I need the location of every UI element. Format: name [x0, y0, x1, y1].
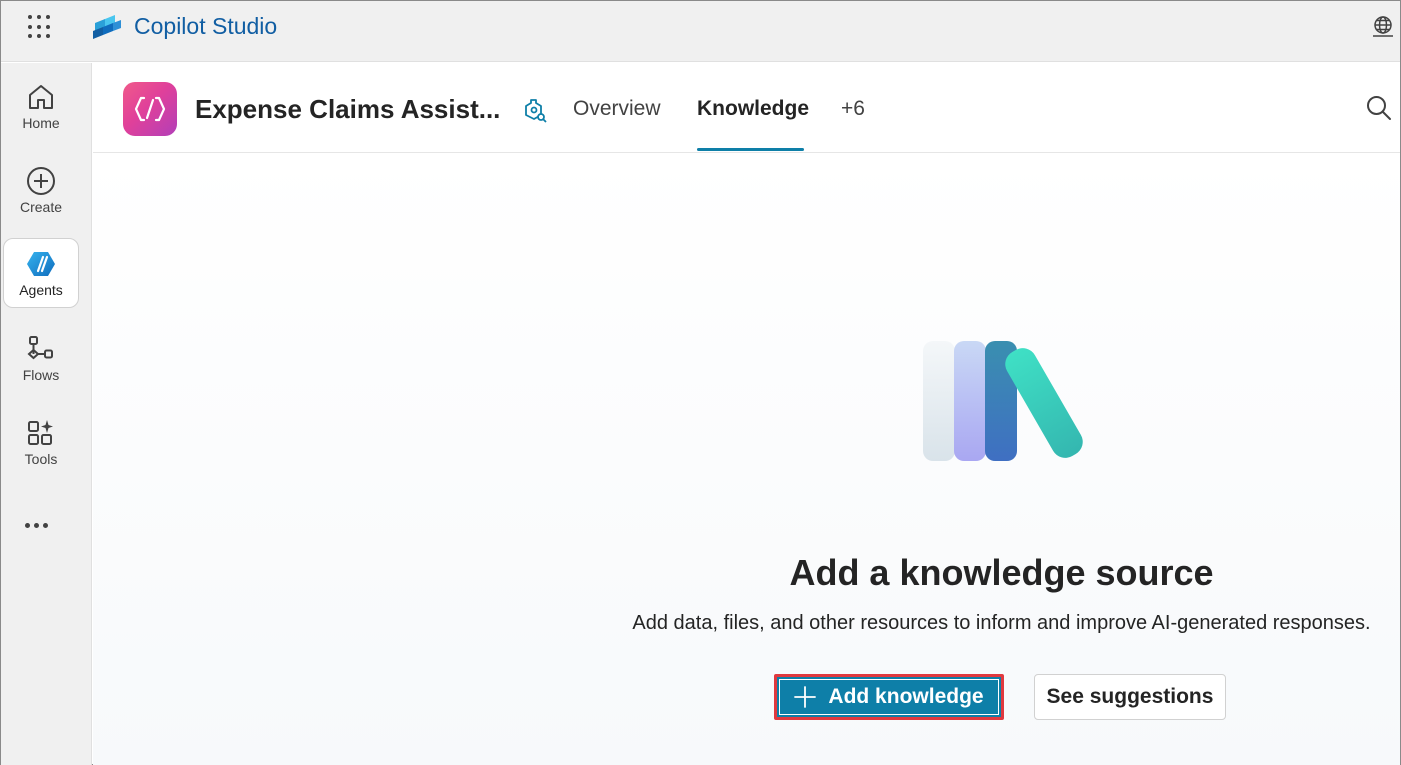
tools-icon [28, 420, 53, 445]
knowledge-books-illustration-icon [923, 341, 1083, 461]
agent-settings-icon[interactable] [521, 97, 547, 123]
add-knowledge-label: Add knowledge [828, 685, 984, 708]
tab-knowledge[interactable]: Knowledge [697, 97, 809, 121]
agent-header: Expense Claims Assist... Overview Knowle… [93, 63, 1400, 153]
left-navigation-rail: Home Create Agents Flows Tools [1, 63, 92, 765]
rail-item-label: Create [19, 199, 63, 215]
empty-state-title: Add a knowledge source [789, 552, 1214, 593]
rail-item-tools[interactable]: Tools [3, 407, 79, 477]
rail-item-agents[interactable]: Agents [3, 238, 79, 308]
flows-icon [27, 336, 53, 360]
plus-icon [794, 686, 817, 708]
active-tab-indicator [697, 148, 804, 151]
tab-more-overflow[interactable]: +6 [841, 97, 865, 121]
agent-avatar [123, 82, 177, 136]
tab-overview[interactable]: Overview [573, 97, 661, 121]
add-knowledge-button[interactable]: Add knowledge [774, 674, 1004, 720]
rail-item-home[interactable]: Home [3, 71, 79, 141]
see-suggestions-label: See suggestions [1046, 685, 1214, 708]
see-suggestions-button[interactable]: See suggestions [1034, 674, 1226, 720]
add-circle-icon [27, 167, 55, 195]
app-launcher-icon[interactable] [26, 13, 54, 41]
agents-icon [27, 252, 55, 276]
code-brackets-icon [134, 96, 166, 122]
rail-item-label: Flows [22, 367, 60, 383]
search-icon[interactable] [1365, 94, 1393, 122]
more-horizontal-icon[interactable] [25, 515, 55, 535]
home-icon [29, 85, 53, 109]
app-title: Copilot Studio [134, 13, 278, 39]
knowledge-empty-state: Add a knowledge source Add data, files, … [93, 153, 1400, 765]
environment-globe-icon[interactable] [1371, 15, 1395, 39]
rail-item-flows[interactable]: Flows [3, 323, 79, 393]
rail-item-label: Agents [19, 282, 63, 298]
rail-item-label: Home [22, 115, 60, 131]
empty-state-description: Add data, files, and other resources to … [632, 612, 1371, 634]
agent-name: Expense Claims Assist... [195, 94, 501, 124]
top-app-bar: Copilot Studio [1, 1, 1400, 62]
copilot-studio-logo-icon [93, 15, 121, 39]
rail-item-label: Tools [24, 451, 58, 467]
rail-item-create[interactable]: Create [3, 155, 79, 225]
